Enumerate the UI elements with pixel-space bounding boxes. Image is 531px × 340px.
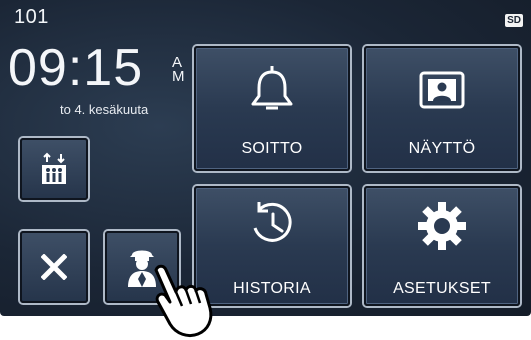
history-label: HISTORIA: [233, 280, 311, 297]
close-icon: [41, 254, 67, 280]
monitor-person-icon: [419, 71, 465, 109]
elevator-button[interactable]: [20, 138, 88, 200]
call-button[interactable]: SOITTO: [194, 46, 350, 171]
bell-icon: [251, 66, 293, 110]
settings-button[interactable]: ASETUKSET: [364, 186, 520, 306]
display-button[interactable]: NÄYTTÖ: [364, 46, 520, 171]
clock-time: 09:15: [8, 39, 144, 97]
gear-icon: [418, 202, 466, 250]
ampm-indicator: A M: [172, 55, 185, 85]
history-clock-icon: [253, 202, 292, 242]
date-label: to 4. kesäkuuta: [60, 102, 149, 117]
elevator-icon: [42, 152, 66, 184]
intercom-screen: 101 SD 09:15 A M to 4. kesäkuuta SOITTO …: [0, 0, 531, 316]
room-number: 101: [14, 6, 49, 28]
display-label: NÄYTTÖ: [408, 140, 476, 157]
call-label: SOITTO: [241, 140, 303, 157]
pointing-hand-icon: [154, 264, 213, 338]
settings-label: ASETUKSET: [393, 280, 491, 297]
ampm-m: M: [172, 68, 185, 85]
sd-card-badge: SD: [505, 14, 523, 27]
close-button[interactable]: [20, 231, 88, 303]
